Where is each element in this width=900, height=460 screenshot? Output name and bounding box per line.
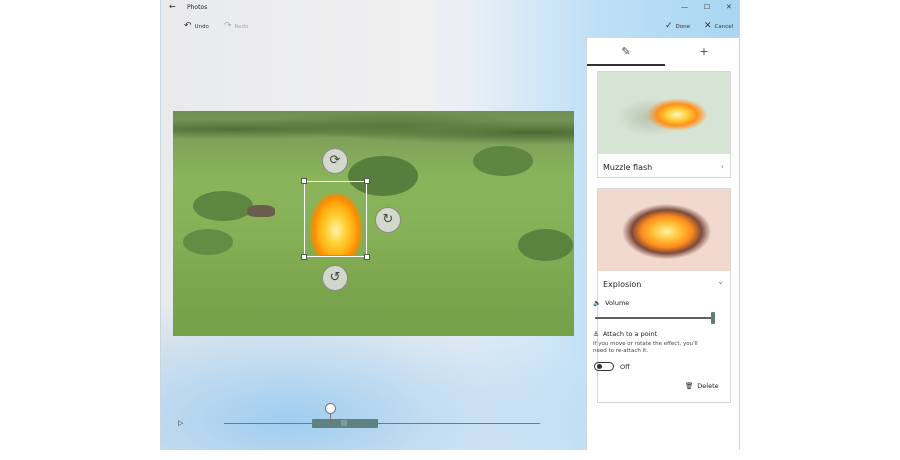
screenshot-canvas: ← Photos — ☐ ✕ ↶ Undo ↷ Redo ✓ Done ✕ Ca…	[0, 0, 900, 460]
rotate-icon[interactable]: ⟳	[322, 148, 348, 174]
panel-tabs: ✎ +	[587, 38, 739, 68]
done-button[interactable]: ✓ Done	[665, 22, 690, 31]
explosion-thumbnail	[598, 189, 730, 271]
attach-toggle[interactable]	[594, 362, 614, 371]
back-arrow-icon[interactable]: ←	[169, 3, 176, 11]
tab-add[interactable]: +	[665, 38, 739, 66]
muzzle-flash-thumbnail	[598, 72, 730, 154]
bush	[193, 191, 253, 221]
checkmark-icon: ✓	[665, 21, 673, 31]
chevron-right-icon[interactable]: ›	[721, 162, 724, 171]
effect-label: Muzzle flash	[603, 163, 653, 172]
attach-help-text: If you move or rotate the effect, you'll…	[593, 341, 698, 354]
cancel-label: Cancel	[714, 23, 734, 30]
background-trees	[173, 111, 574, 147]
rotate-down-icon[interactable]: ↺	[322, 265, 348, 291]
effect-selection-box[interactable]	[301, 178, 370, 260]
redo-label: Redo	[234, 23, 249, 30]
cancel-icon: ✕	[704, 21, 712, 31]
maximize-icon[interactable]: ☐	[704, 3, 710, 11]
effect-label: Explosion	[603, 280, 642, 289]
undo-icon: ↶	[184, 21, 192, 31]
effect-duration-bar[interactable]: |||	[312, 419, 378, 428]
volume-label: Volume	[605, 299, 630, 307]
trash-icon: 🗑	[685, 382, 694, 390]
undo-label: Undo	[194, 23, 209, 30]
photo-preview[interactable]	[173, 111, 574, 336]
volume-row: 🔈 Volume	[593, 299, 629, 307]
effect-card-muzzle-flash[interactable]: Muzzle flash ›	[597, 71, 731, 178]
redo-icon: ↷	[224, 21, 232, 31]
toggle-state-label: Off	[620, 363, 630, 371]
pencil-icon: ✎	[621, 45, 631, 58]
resize-handle[interactable]	[301, 178, 307, 184]
playhead-handle[interactable]	[325, 403, 336, 414]
done-label: Done	[675, 23, 691, 30]
volume-slider-thumb[interactable]	[711, 312, 715, 324]
delete-label: Delete	[697, 382, 719, 390]
tab-edit[interactable]: ✎	[587, 38, 665, 66]
command-bar: ↶ Undo ↷ Redo ✓ Done ✕ Cancel	[161, 18, 739, 36]
attach-label: Attach to a point	[602, 330, 658, 338]
resize-handle[interactable]	[364, 178, 370, 184]
title-bar: ← Photos — ☐ ✕	[161, 0, 739, 15]
volume-slider[interactable]	[595, 312, 715, 324]
bush	[183, 229, 233, 255]
toggle-knob	[597, 364, 602, 369]
speaker-icon: 🔈	[593, 299, 602, 307]
plus-icon: +	[699, 45, 709, 58]
chevron-down-icon[interactable]: ⌄	[717, 277, 724, 286]
window-title: Photos	[187, 4, 208, 11]
undo-button[interactable]: ↶ Undo	[184, 22, 209, 31]
effect-card-explosion[interactable]: Explosion ⌄	[597, 188, 731, 403]
bush	[473, 146, 533, 176]
warthog	[247, 205, 275, 217]
attach-row: ⚓ Attach to a point	[593, 330, 657, 338]
delete-button[interactable]: 🗑 Delete	[685, 382, 719, 390]
playhead-line	[330, 413, 331, 423]
anchor-icon: ⚓	[593, 330, 599, 338]
effects-panel: ✎ + Muzzle flash › Explosion ⌄ 🔈 Volume	[586, 38, 739, 450]
bush	[518, 229, 573, 261]
play-icon[interactable]: ▷	[178, 419, 183, 427]
photos-window: ← Photos — ☐ ✕ ↶ Undo ↷ Redo ✓ Done ✕ Ca…	[160, 0, 740, 450]
timeline-track[interactable]	[224, 423, 540, 424]
grip-icon: |||	[341, 420, 348, 427]
close-window-icon[interactable]: ✕	[726, 3, 732, 11]
minimize-icon[interactable]: —	[681, 3, 688, 11]
timeline: ▷ |||	[161, 400, 586, 440]
resize-handle[interactable]	[364, 254, 370, 260]
rotate-right-icon[interactable]: ↻	[375, 207, 401, 233]
redo-button[interactable]: ↷ Redo	[224, 22, 248, 31]
resize-handle[interactable]	[301, 254, 307, 260]
cancel-button[interactable]: ✕ Cancel	[704, 22, 733, 31]
